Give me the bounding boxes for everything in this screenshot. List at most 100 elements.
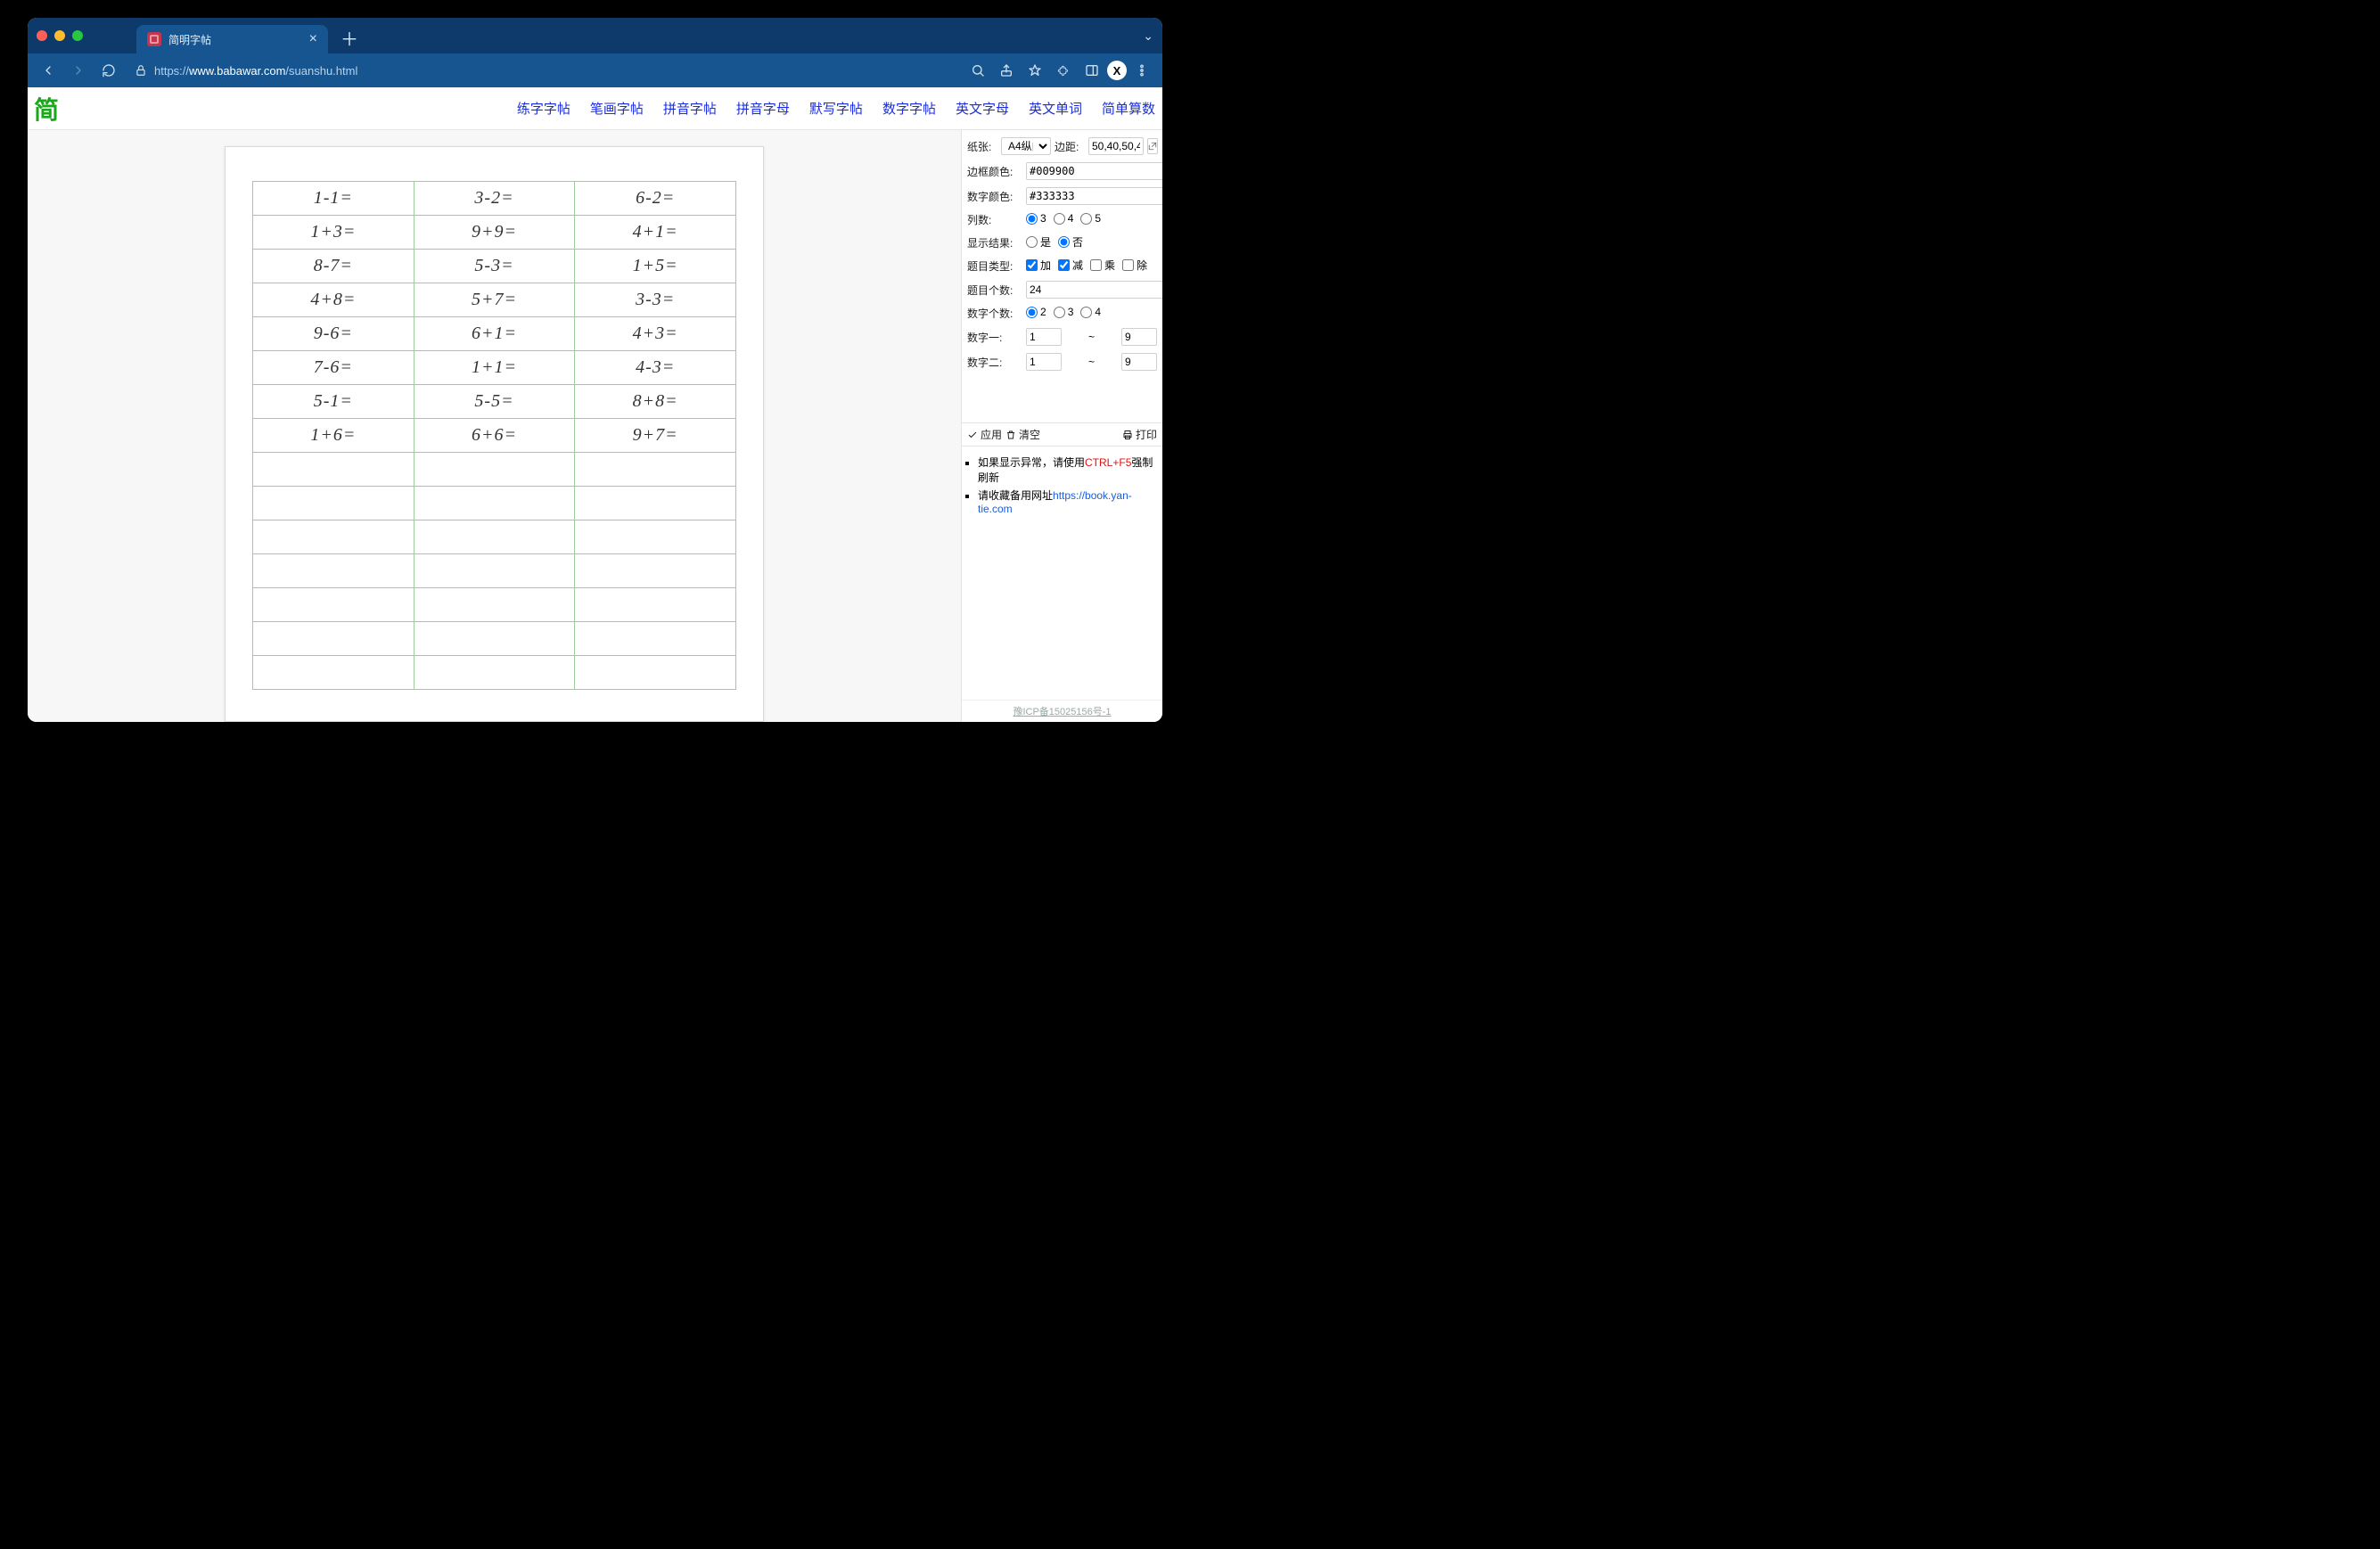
num2-max-input[interactable] — [1121, 353, 1157, 371]
border-color-input[interactable] — [1026, 162, 1162, 180]
back-button[interactable] — [35, 57, 62, 84]
sidepanel-button[interactable] — [1079, 57, 1105, 84]
nav-link[interactable]: 默写字帖 — [809, 99, 863, 118]
worksheet-cell — [253, 656, 414, 690]
worksheet-cell — [575, 520, 736, 554]
num1-max-input[interactable] — [1121, 328, 1157, 346]
worksheet-cell — [414, 453, 575, 487]
apply-button[interactable]: 应用 — [967, 427, 1002, 442]
address-bar: https://www.babawar.com/suanshu.html X — [28, 53, 1162, 87]
zoom-button[interactable] — [964, 57, 991, 84]
browser-tab[interactable]: 简明字帖 × — [136, 25, 328, 53]
showres-option[interactable]: 否 — [1058, 234, 1083, 250]
note-item: 如果显示异常，请使用CTRL+F5强制刷新 — [978, 455, 1157, 485]
worksheet-cell: 1-1= — [253, 182, 414, 216]
worksheet-cell: 6-2= — [575, 182, 736, 216]
maximize-window-button[interactable] — [72, 30, 83, 41]
show-result-label: 显示结果: — [967, 235, 1022, 250]
preview-pane[interactable]: 1-1=3-2=6-2=1+3=9+9=4+1=8-7=5-3=1+5=4+8=… — [28, 130, 961, 722]
margin-input[interactable] — [1088, 137, 1144, 155]
worksheet-cell — [414, 487, 575, 520]
type-checkbox[interactable]: 加 — [1026, 258, 1051, 273]
worksheet-cell: 8+8= — [575, 385, 736, 419]
nav-link[interactable]: 笔画字帖 — [590, 99, 644, 118]
favicon-icon — [147, 32, 161, 46]
worksheet-cell: 1+3= — [253, 216, 414, 250]
worksheet-cell: 9-6= — [253, 317, 414, 351]
extensions-button[interactable] — [1050, 57, 1077, 84]
worksheet-cell — [253, 554, 414, 588]
digits-option[interactable]: 2 — [1026, 306, 1046, 318]
worksheet-cell: 5-5= — [414, 385, 575, 419]
margin-label: 边距: — [1055, 139, 1085, 154]
worksheet-cell: 8-7= — [253, 250, 414, 283]
reload-button[interactable] — [95, 57, 122, 84]
page-content: 简 练字字帖 笔画字帖 拼音字帖 拼音字母 默写字帖 数字字帖 英文字母 英文单… — [28, 87, 1162, 722]
url-field[interactable]: https://www.babawar.com/suanshu.html — [126, 58, 961, 83]
worksheet-cell: 3-3= — [575, 283, 736, 317]
nav-link[interactable]: 拼音字帖 — [663, 99, 717, 118]
lock-icon — [135, 64, 147, 77]
nav-link[interactable]: 简单算数 — [1102, 99, 1155, 118]
menu-button[interactable] — [1128, 57, 1155, 84]
worksheet-cell — [575, 554, 736, 588]
nav-link[interactable]: 英文单词 — [1029, 99, 1082, 118]
worksheet-cell: 7-6= — [253, 351, 414, 385]
icp-link[interactable]: 豫ICP备15025156号-1 — [1013, 707, 1111, 717]
count-label: 题目个数: — [967, 283, 1022, 298]
tabs-dropdown-button[interactable]: ⌄ — [1143, 29, 1153, 44]
new-tab-button[interactable]: ＋ — [341, 25, 358, 51]
worksheet-cell — [253, 588, 414, 622]
nav-link[interactable]: 数字字帖 — [882, 99, 936, 118]
profile-button[interactable]: X — [1107, 61, 1127, 80]
count-input[interactable] — [1026, 281, 1162, 299]
nav-link[interactable]: 练字字帖 — [517, 99, 570, 118]
nav-link[interactable]: 拼音字母 — [736, 99, 790, 118]
num1-min-input[interactable] — [1026, 328, 1062, 346]
worksheet-cell: 9+9= — [414, 216, 575, 250]
forward-button[interactable] — [65, 57, 92, 84]
worksheet-cell: 1+1= — [414, 351, 575, 385]
worksheet-cell — [414, 588, 575, 622]
browser-window: 简明字帖 × ＋ ⌄ https://www.babawar.com/suans… — [28, 18, 1162, 722]
digits-label: 数字个数: — [967, 306, 1022, 321]
nav-link[interactable]: 英文字母 — [956, 99, 1009, 118]
worksheet-cell: 4+3= — [575, 317, 736, 351]
close-window-button[interactable] — [37, 30, 47, 41]
type-checkbox[interactable]: 减 — [1058, 258, 1083, 273]
worksheet-cell — [575, 588, 736, 622]
types-label: 题目类型: — [967, 258, 1022, 274]
worksheet-grid: 1-1=3-2=6-2=1+3=9+9=4+1=8-7=5-3=1+5=4+8=… — [252, 181, 736, 690]
range-separator: ~ — [1065, 356, 1118, 368]
worksheet-cell — [414, 520, 575, 554]
num1-label: 数字一: — [967, 330, 1022, 345]
tab-close-button[interactable]: × — [309, 32, 317, 46]
worksheet-cell: 4+8= — [253, 283, 414, 317]
worksheet-cell — [253, 487, 414, 520]
border-color-label: 边框颜色: — [967, 164, 1022, 179]
worksheet-cell: 5-1= — [253, 385, 414, 419]
bookmark-button[interactable] — [1022, 57, 1048, 84]
settings-sidebar: 纸张: A4纵向 边距: 边框颜色: 数字颜色: — [961, 130, 1162, 722]
worksheet-cell — [575, 622, 736, 656]
minimize-window-button[interactable] — [54, 30, 65, 41]
note-item: 请收藏备用网址https://book.yan-tie.com — [978, 488, 1157, 515]
tab-title: 简明字帖 — [168, 32, 211, 47]
site-logo[interactable]: 简 — [31, 94, 62, 124]
worksheet-cell — [253, 520, 414, 554]
type-checkbox[interactable]: 乘 — [1090, 258, 1115, 273]
type-checkbox[interactable]: 除 — [1122, 258, 1147, 273]
print-button[interactable]: 打印 — [1122, 427, 1157, 442]
cols-option[interactable]: 5 — [1080, 212, 1101, 225]
digit-color-input[interactable] — [1026, 187, 1162, 205]
showres-option[interactable]: 是 — [1026, 234, 1051, 250]
margin-popout-button[interactable] — [1147, 138, 1158, 154]
digits-option[interactable]: 4 — [1080, 306, 1101, 318]
clear-button[interactable]: 清空 — [1005, 427, 1040, 442]
digits-option[interactable]: 3 — [1054, 306, 1074, 318]
num2-min-input[interactable] — [1026, 353, 1062, 371]
cols-option[interactable]: 4 — [1054, 212, 1074, 225]
paper-select[interactable]: A4纵向 — [1001, 137, 1051, 155]
cols-option[interactable]: 3 — [1026, 212, 1046, 225]
share-button[interactable] — [993, 57, 1020, 84]
